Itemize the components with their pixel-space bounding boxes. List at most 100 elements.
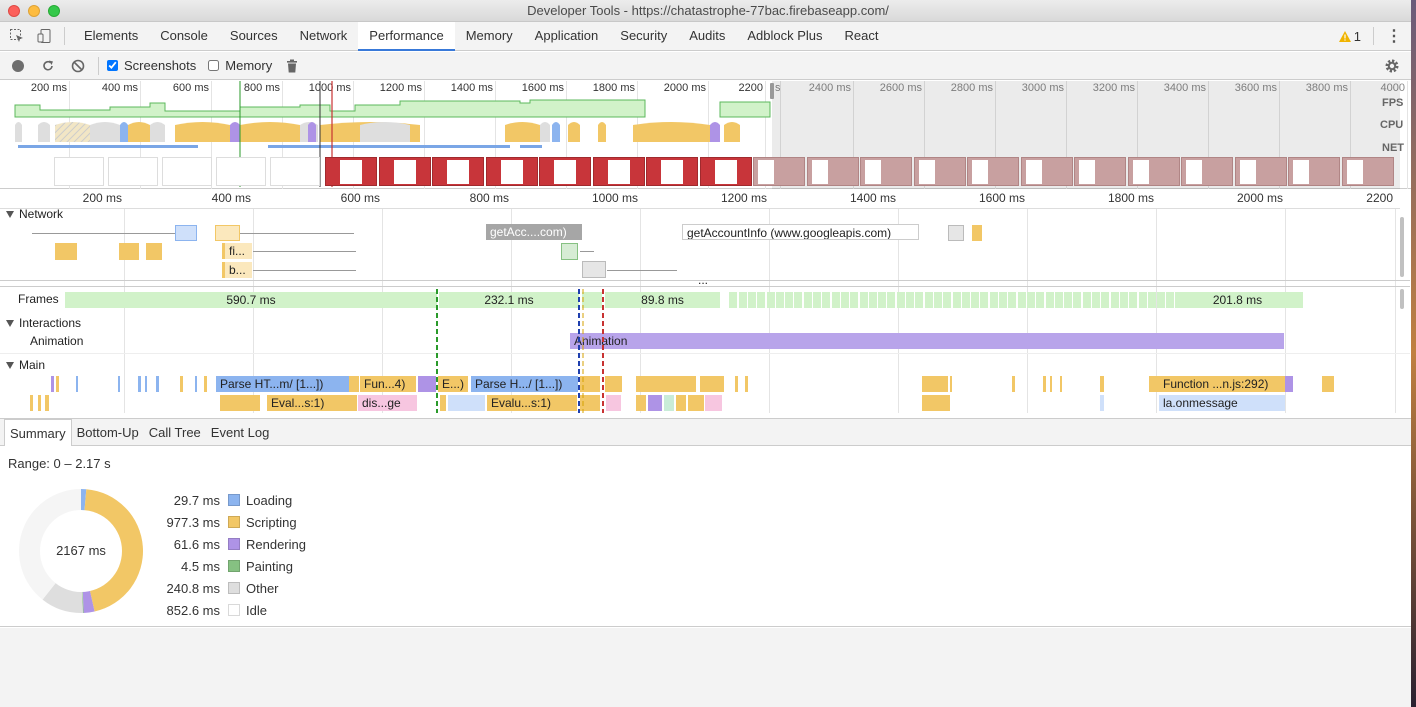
details-tab-call-tree[interactable]: Call Tree — [144, 419, 206, 446]
timeline-overview[interactable]: 200 ms 400 ms 600 ms 800 ms 1000 ms 1200 ms 14… — [0, 81, 1416, 189]
screenshot-thumbnail[interactable] — [699, 157, 752, 186]
main-task-sliver[interactable] — [1322, 376, 1334, 392]
main-task-sliver[interactable] — [180, 376, 183, 392]
main-task-sliver[interactable] — [138, 376, 141, 392]
frame-bar[interactable] — [971, 292, 980, 308]
animation-bar[interactable]: Animation — [570, 333, 1284, 349]
network-request-bar[interactable] — [55, 243, 77, 260]
capture-settings-icon[interactable] — [1380, 54, 1404, 78]
main-task-sliver[interactable] — [636, 395, 646, 411]
frame-bar[interactable] — [1082, 292, 1091, 308]
main-task-sliver[interactable] — [676, 395, 686, 411]
frame-bar[interactable] — [1064, 292, 1073, 308]
frame-bar[interactable] — [878, 292, 887, 308]
tab-react[interactable]: React — [834, 22, 890, 51]
tab-console[interactable]: Console — [149, 22, 219, 51]
frame-bar[interactable] — [989, 292, 998, 308]
network-request-bar[interactable] — [561, 243, 578, 260]
main-task-sliver[interactable] — [605, 376, 622, 392]
main-task-sliver[interactable] — [220, 395, 260, 411]
main-task-sliver[interactable] — [45, 395, 49, 411]
frame-bar[interactable] — [1101, 292, 1110, 308]
screenshots-checkbox-input[interactable] — [107, 60, 118, 71]
main-task-sliver[interactable] — [349, 376, 359, 392]
main-task-sliver[interactable] — [156, 376, 159, 392]
screenshot-thumbnail[interactable] — [325, 157, 377, 186]
main-task-bar[interactable]: dis...ge — [358, 395, 417, 411]
main-task-sliver[interactable] — [922, 395, 950, 411]
main-task-sliver[interactable] — [345, 395, 357, 411]
screenshot-thumbnail[interactable] — [592, 157, 645, 186]
tab-audits[interactable]: Audits — [678, 22, 736, 51]
frame-bar[interactable] — [747, 292, 756, 308]
main-task-sliver[interactable] — [1012, 376, 1015, 392]
main-task-sliver[interactable] — [1043, 376, 1046, 392]
screenshot-thumbnail[interactable] — [270, 157, 320, 186]
reload-record-button[interactable] — [36, 54, 60, 78]
frame-bar[interactable] — [831, 292, 840, 308]
main-task-sliver[interactable] — [51, 376, 54, 392]
frames-track-header[interactable]: Frames — [18, 292, 59, 306]
network-request-bar[interactable] — [215, 225, 240, 241]
screenshot-thumbnail[interactable] — [539, 157, 591, 186]
tab-sources[interactable]: Sources — [219, 22, 289, 51]
frame-bar[interactable] — [1026, 292, 1035, 308]
main-task-sliver[interactable] — [195, 376, 197, 392]
main-task-sliver[interactable] — [950, 376, 952, 392]
frame-bar[interactable]: 201.8 ms — [1175, 292, 1300, 308]
frame-bar[interactable] — [1129, 292, 1138, 308]
network-scrollbar[interactable] — [1400, 217, 1404, 277]
main-task-sliver[interactable] — [606, 395, 621, 411]
minimize-window-button[interactable] — [28, 5, 40, 17]
frame-bar[interactable] — [775, 292, 784, 308]
frame-bar[interactable] — [1017, 292, 1026, 308]
main-task-bar[interactable] — [418, 376, 436, 392]
interactions-track-header[interactable]: Interactions — [6, 316, 81, 330]
close-window-button[interactable] — [8, 5, 20, 17]
frame-bar[interactable] — [961, 292, 970, 308]
main-task-sliver[interactable] — [580, 395, 600, 411]
screenshot-thumbnail[interactable] — [1181, 157, 1233, 186]
main-task-sliver[interactable] — [118, 376, 120, 392]
screenshot-thumbnail[interactable] — [806, 157, 859, 186]
screenshot-thumbnail[interactable] — [216, 157, 266, 186]
tab-security[interactable]: Security — [609, 22, 678, 51]
frame-bar[interactable] — [896, 292, 905, 308]
frame-bar[interactable] — [952, 292, 961, 308]
screenshot-thumbnail[interactable] — [1020, 157, 1073, 186]
frame-bar[interactable] — [1166, 292, 1175, 308]
frame-bar[interactable] — [850, 292, 859, 308]
tab-adblock-plus[interactable]: Adblock Plus — [736, 22, 833, 51]
details-tab-event-log[interactable]: Event Log — [206, 419, 275, 446]
more-indicator[interactable]: ... — [698, 273, 708, 287]
frame-bar[interactable] — [868, 292, 877, 308]
screenshot-thumbnail[interactable] — [1127, 157, 1180, 186]
frame-bar[interactable]: 590.7 ms — [65, 292, 437, 308]
frame-bar[interactable]: 232.1 ms — [439, 292, 579, 308]
network-request-bar[interactable] — [175, 225, 197, 241]
garbage-collect-icon[interactable] — [280, 54, 304, 78]
warning-count[interactable]: 1 — [1338, 29, 1361, 44]
memory-checkbox[interactable]: Memory — [208, 58, 272, 73]
main-task-sliver[interactable] — [1100, 395, 1104, 411]
frame-bar[interactable] — [822, 292, 831, 308]
frame-bar[interactable] — [729, 292, 738, 308]
screenshot-thumbnail[interactable] — [378, 157, 431, 186]
network-request-bar[interactable] — [119, 243, 139, 260]
network-request-bar[interactable]: getAccountInfo (www.googleapis.com) — [682, 224, 919, 240]
clear-button[interactable] — [66, 54, 90, 78]
record-button[interactable] — [6, 54, 30, 78]
main-task-sliver[interactable] — [735, 376, 738, 392]
main-task-bar[interactable]: Eval...s:1) — [267, 395, 345, 411]
main-task-sliver[interactable] — [38, 395, 41, 411]
main-task-sliver[interactable] — [30, 395, 33, 411]
frame-bar[interactable] — [859, 292, 868, 308]
frame-bar[interactable] — [840, 292, 849, 308]
main-task-bar[interactable]: Parse HT...m/ [1...]) — [216, 376, 349, 392]
main-task-bar[interactable]: Parse H.../ [1...]) — [471, 376, 578, 392]
frame-bar[interactable] — [785, 292, 794, 308]
main-task-sliver[interactable] — [688, 395, 704, 411]
frame-bar[interactable] — [1045, 292, 1054, 308]
frame-bar[interactable] — [906, 292, 914, 308]
tab-application[interactable]: Application — [524, 22, 610, 51]
